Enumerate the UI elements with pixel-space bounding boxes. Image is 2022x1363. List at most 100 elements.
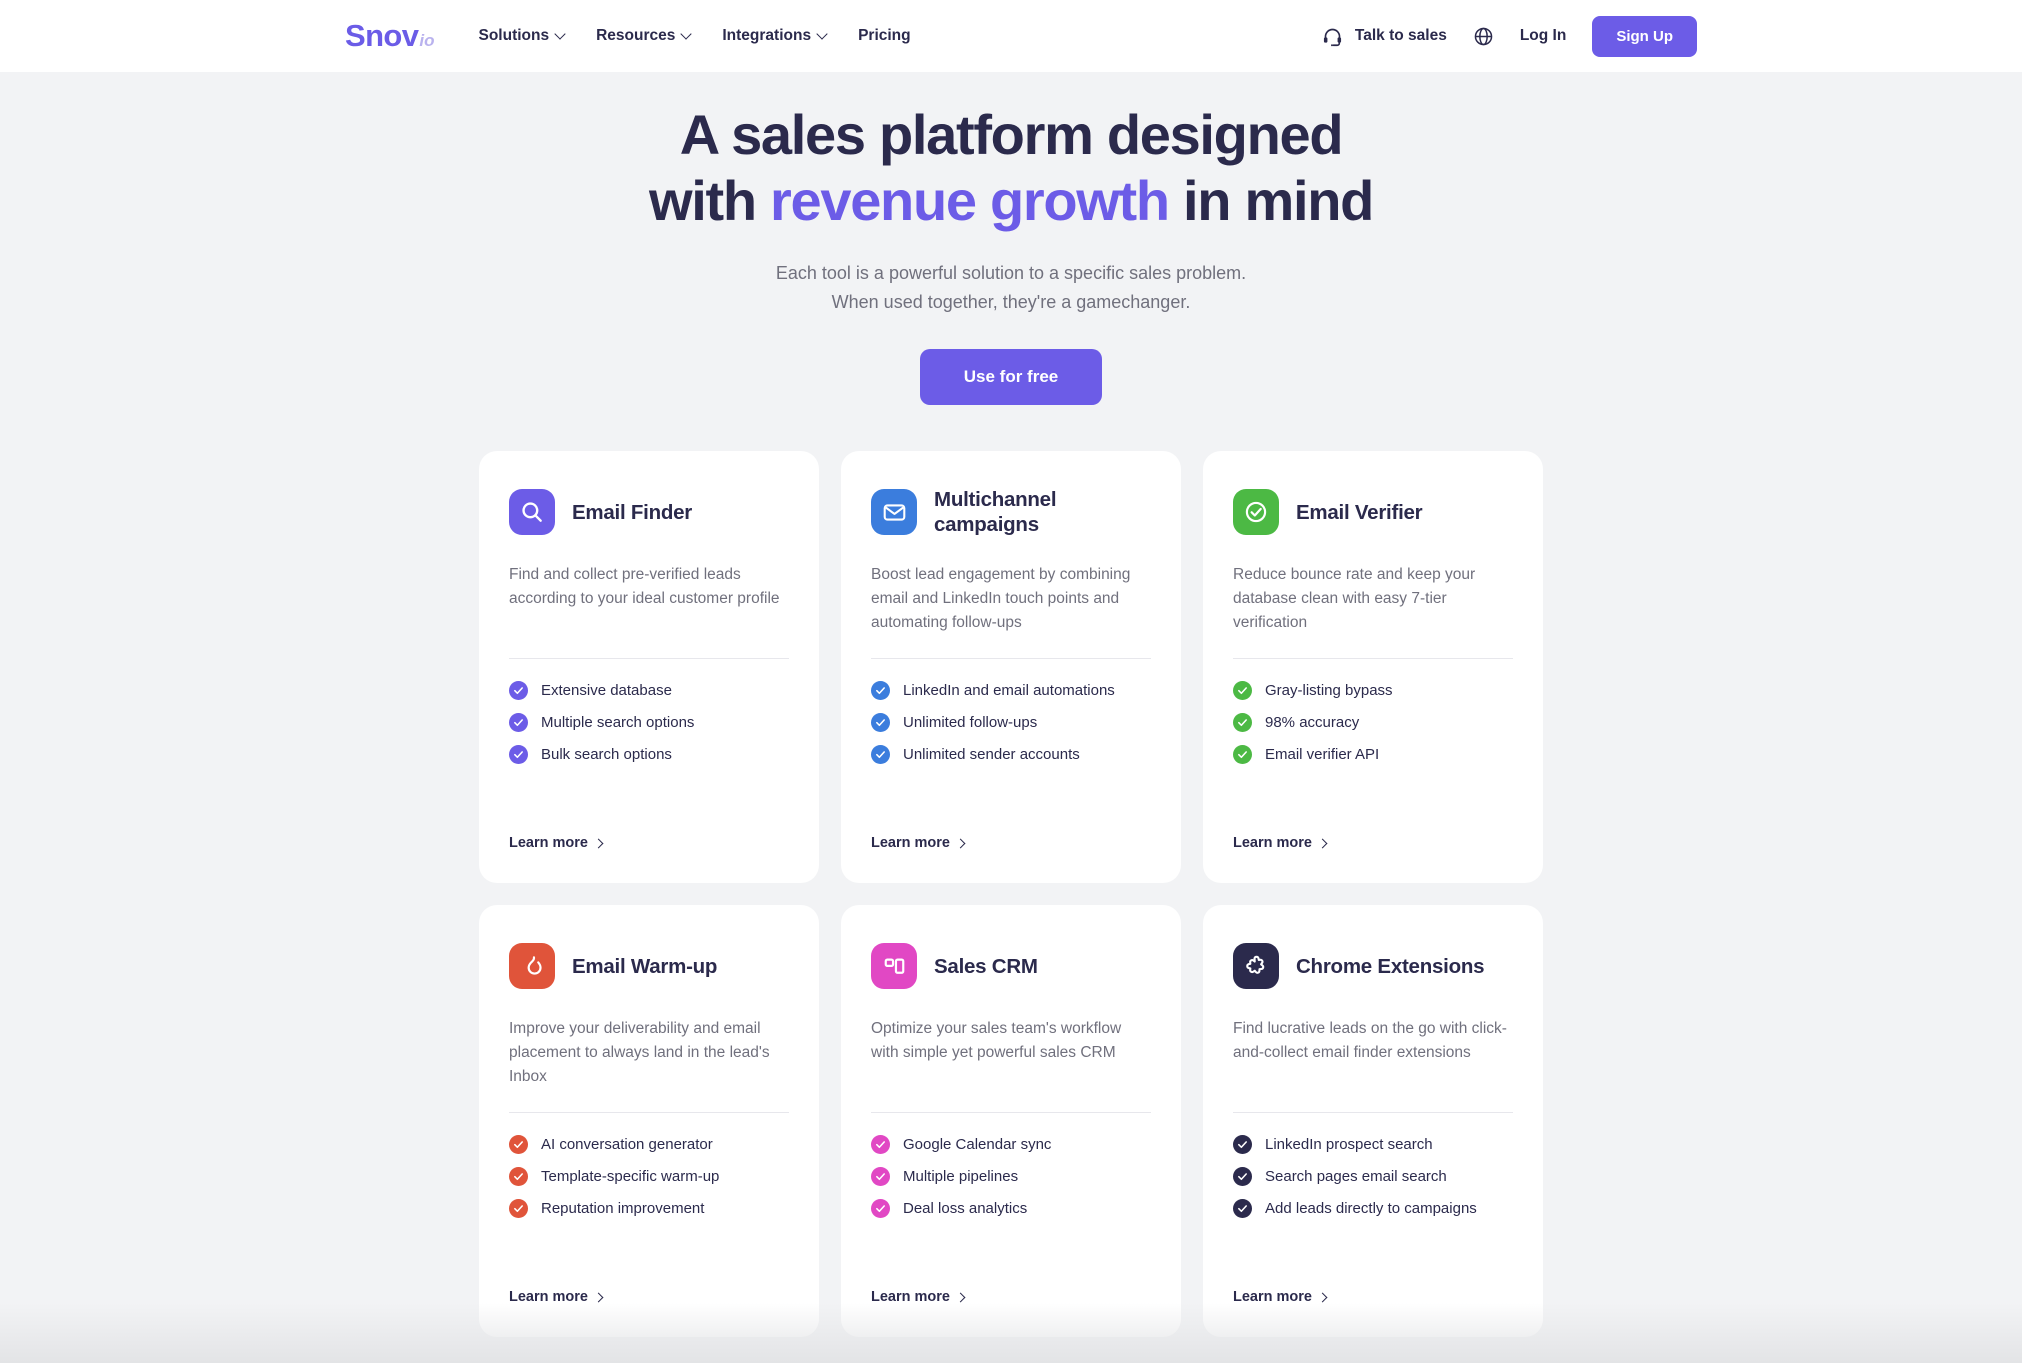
learn-more-label: Learn more [1233, 1289, 1312, 1305]
chevron-right-icon [1318, 838, 1328, 848]
list-item: Unlimited sender accounts [871, 745, 1151, 764]
list-item: Gray-listing bypass [1233, 681, 1513, 700]
list-item: Google Calendar sync [871, 1135, 1151, 1154]
check-icon [1233, 713, 1252, 732]
puzzle-piece-icon [1233, 943, 1279, 989]
learn-more-link[interactable]: Learn more [871, 1289, 964, 1305]
learn-more-label: Learn more [871, 835, 950, 851]
list-item: Multiple search options [509, 713, 789, 732]
feature-label: 98% accuracy [1265, 714, 1359, 731]
check-icon [871, 1135, 890, 1154]
hero-title-line2-post: in mind [1169, 169, 1373, 232]
card-description: Reduce bounce rate and keep your databas… [1233, 563, 1513, 637]
product-card-grid: Email Finder Find and collect pre-verifi… [480, 451, 1543, 1337]
envelope-icon [871, 489, 917, 535]
talk-to-sales-link[interactable]: Talk to sales [1322, 26, 1447, 47]
check-icon [871, 713, 890, 732]
hero-title-line2-pre: with [649, 169, 770, 232]
list-item: Extensive database [509, 681, 789, 700]
list-item: Deal loss analytics [871, 1199, 1151, 1218]
list-item: AI conversation generator [509, 1135, 789, 1154]
card-divider [871, 658, 1151, 659]
product-card-email-verifier[interactable]: Email Verifier Reduce bounce rate and ke… [1203, 451, 1543, 883]
check-icon [1233, 1135, 1252, 1154]
hero-subtitle-line1: Each tool is a powerful solution to a sp… [776, 263, 1246, 283]
learn-more-link[interactable]: Learn more [1233, 1289, 1326, 1305]
feature-label: Deal loss analytics [903, 1200, 1027, 1217]
card-title: Email Verifier [1296, 500, 1422, 525]
use-for-free-button[interactable]: Use for free [920, 349, 1102, 405]
card-title: Multichannel campaigns [934, 487, 1151, 537]
nav-item-integrations[interactable]: Integrations [722, 27, 827, 45]
learn-more-link[interactable]: Learn more [1233, 835, 1326, 851]
kanban-board-icon [871, 943, 917, 989]
chevron-right-icon [956, 838, 966, 848]
learn-more-link[interactable]: Learn more [509, 835, 602, 851]
chevron-down-icon [556, 30, 565, 39]
nav-label-solutions: Solutions [479, 27, 550, 45]
nav-item-pricing[interactable]: Pricing [858, 27, 911, 45]
chevron-right-icon [594, 1292, 604, 1302]
globe-icon[interactable] [1473, 26, 1494, 47]
product-card-email-finder[interactable]: Email Finder Find and collect pre-verifi… [479, 451, 819, 883]
product-card-email-warm-up[interactable]: Email Warm-up Improve your deliverabilit… [479, 905, 819, 1337]
check-icon [509, 681, 528, 700]
card-title: Email Finder [572, 500, 692, 525]
list-item: Add leads directly to campaigns [1233, 1199, 1513, 1218]
check-icon [1233, 681, 1252, 700]
feature-label: Add leads directly to campaigns [1265, 1200, 1477, 1217]
chevron-right-icon [594, 838, 604, 848]
card-divider [1233, 1112, 1513, 1113]
nav-item-solutions[interactable]: Solutions [479, 27, 566, 45]
feature-label: Multiple search options [541, 714, 694, 731]
login-link[interactable]: Log In [1520, 27, 1567, 45]
card-header: Email Verifier [1233, 485, 1513, 539]
feature-label: AI conversation generator [541, 1136, 713, 1153]
card-feature-list: LinkedIn and email automations Unlimited… [871, 681, 1151, 764]
list-item: LinkedIn and email automations [871, 681, 1151, 700]
chevron-right-icon [1318, 1292, 1328, 1302]
card-header: Email Finder [509, 485, 789, 539]
check-icon [871, 1167, 890, 1186]
learn-more-link[interactable]: Learn more [509, 1289, 602, 1305]
hero-title-line1: A sales platform designed [680, 103, 1343, 166]
learn-more-link[interactable]: Learn more [871, 835, 964, 851]
check-circle-icon [1233, 489, 1279, 535]
feature-label: Email verifier API [1265, 746, 1379, 763]
feature-label: Template-specific warm-up [541, 1168, 719, 1185]
chevron-right-icon [956, 1292, 966, 1302]
product-card-multichannel-campaigns[interactable]: Multichannel campaigns Boost lead engage… [841, 451, 1181, 883]
hero-cta-wrapper: Use for free [0, 349, 2022, 405]
feature-label: Google Calendar sync [903, 1136, 1051, 1153]
feature-label: Multiple pipelines [903, 1168, 1018, 1185]
card-header: Chrome Extensions [1233, 939, 1513, 993]
nav-item-resources[interactable]: Resources [596, 27, 691, 45]
site-header: Snovio Solutions Resources Integrations … [0, 0, 2022, 72]
check-icon [871, 681, 890, 700]
feature-label: Bulk search options [541, 746, 672, 763]
check-icon [871, 1199, 890, 1218]
card-description: Find and collect pre-verified leads acco… [509, 563, 789, 637]
main-navigation: Solutions Resources Integrations Pricing [479, 27, 911, 45]
check-icon [1233, 745, 1252, 764]
check-icon [871, 745, 890, 764]
feature-label: LinkedIn and email automations [903, 682, 1115, 699]
hero-subtitle: Each tool is a powerful solution to a sp… [0, 259, 2022, 317]
check-icon [1233, 1167, 1252, 1186]
headset-icon [1322, 26, 1343, 47]
list-item: Unlimited follow-ups [871, 713, 1151, 732]
product-card-chrome-extensions[interactable]: Chrome Extensions Find lucrative leads o… [1203, 905, 1543, 1337]
card-description: Optimize your sales team's workflow with… [871, 1017, 1151, 1091]
hero-title-accent: revenue growth [770, 169, 1169, 232]
hero-section: A sales platform designed with revenue g… [0, 72, 2022, 405]
feature-label: LinkedIn prospect search [1265, 1136, 1433, 1153]
header-actions: Talk to sales Log In Sign Up [1322, 16, 1697, 57]
nav-label-integrations: Integrations [722, 27, 811, 45]
product-card-sales-crm[interactable]: Sales CRM Optimize your sales team's wor… [841, 905, 1181, 1337]
signup-button[interactable]: Sign Up [1592, 16, 1697, 57]
chevron-down-icon [818, 30, 827, 39]
check-icon [509, 745, 528, 764]
chevron-down-icon [682, 30, 691, 39]
snovio-logo[interactable]: Snovio [345, 18, 435, 54]
magnifier-icon [509, 489, 555, 535]
